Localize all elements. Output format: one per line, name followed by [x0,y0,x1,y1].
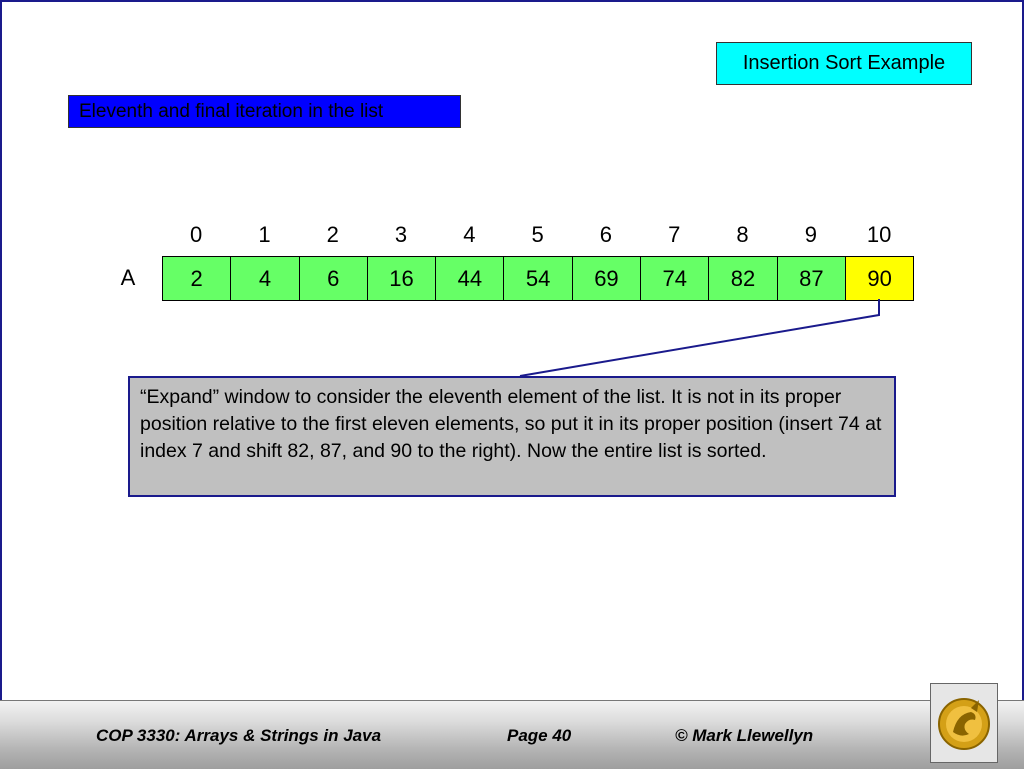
slide-subtitle: Eleventh and final iteration in the list [68,95,461,128]
array-cell: 44 [436,257,505,300]
index-row: 0 1 2 3 4 5 6 7 8 9 10 [162,222,913,250]
array-cells: 2 4 6 16 44 54 69 74 82 87 90 [162,256,915,301]
array-index: 10 [866,222,892,247]
array-cell: 87 [777,257,846,300]
footer-course: COP 3330: Arrays & Strings in Java [96,726,382,745]
array-cell: 2 [163,257,232,300]
array-label: A [120,265,136,290]
array-index: 6 [599,222,613,247]
array-index: 7 [668,222,681,247]
array-index: 0 [190,222,203,247]
array-cell-highlighted: 90 [845,257,914,300]
array-cell: 6 [299,257,368,300]
array-cell: 54 [504,257,573,300]
footer-author: © Mark Llewellyn [675,726,814,745]
array-index: 1 [258,222,271,247]
footer-page-number: Page 40 [507,726,572,745]
logo [930,683,998,763]
slide-title: Insertion Sort Example [716,42,972,85]
array-index: 5 [531,222,544,247]
array-index: 2 [326,222,339,247]
array-index: 8 [736,222,749,247]
array-index: 4 [463,222,476,247]
array-index: 3 [394,222,408,247]
array-cell: 74 [641,257,710,300]
array-cell: 69 [572,257,642,300]
array-index: 9 [804,222,817,247]
array-cell: 82 [709,257,778,300]
pegasus-logo-icon [938,698,990,750]
explanation-note: “Expand” window to consider the eleventh… [128,376,896,497]
array-cell: 16 [367,257,437,300]
array-cell: 4 [231,257,300,300]
